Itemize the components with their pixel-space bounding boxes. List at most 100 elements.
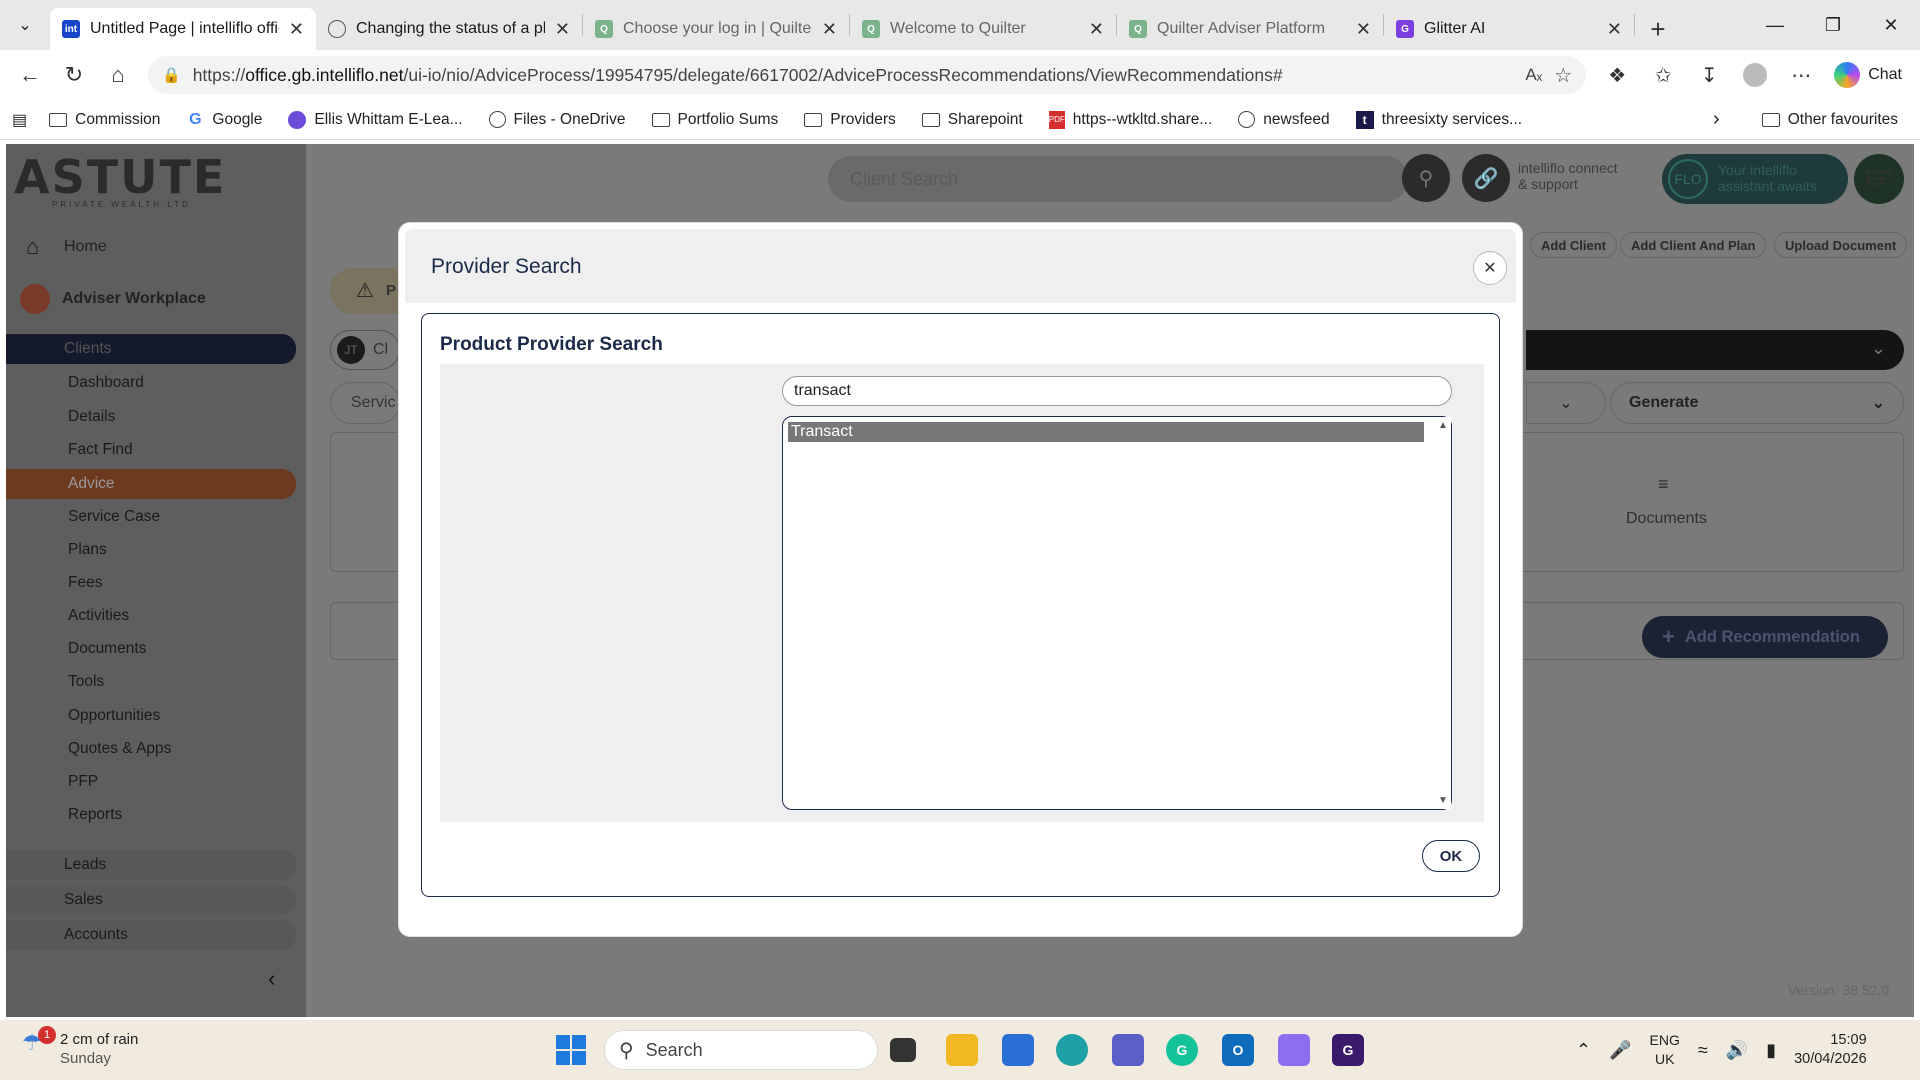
tab-actions-menu-button[interactable]: ⌄ (0, 0, 50, 50)
sidebar-item-plans[interactable]: Plans (6, 535, 296, 565)
scroll-up-arrow-icon[interactable]: ▲ (1438, 420, 1448, 431)
more-options-icon[interactable]: ⋯ (1778, 55, 1824, 95)
sidebar-item-clients[interactable]: Clients (6, 334, 296, 364)
sidebar-item-details[interactable]: Details (6, 402, 296, 432)
close-tab-icon[interactable]: ✕ (555, 19, 570, 40)
downloads-icon[interactable]: ↧ (1686, 55, 1732, 95)
browser-tab-changing-status[interactable]: Changing the status of a plan ✕ (316, 8, 582, 50)
collapse-sidebar-chevron-icon[interactable]: ‹ (268, 966, 275, 992)
secondary-dropdown[interactable]: ⌄ (1526, 382, 1606, 424)
sidebar-item-fact-find[interactable]: Fact Find (6, 435, 296, 465)
sidebar-item-documents[interactable]: Documents (6, 634, 296, 664)
sidebar-item-service-case[interactable]: Service Case (6, 502, 296, 532)
bookmark-ellis-whittam[interactable]: Ellis Whittam E-Lea... (278, 110, 472, 129)
address-bar[interactable]: 🔒 https://office.gb.intelliflo.net/ui-io… (148, 56, 1587, 94)
scroll-down-arrow-icon[interactable]: ▼ (1438, 795, 1448, 806)
bookmark-other-favourites[interactable]: Other favourites (1752, 111, 1908, 129)
wifi-icon[interactable]: ≈ (1698, 1040, 1708, 1061)
home-button[interactable]: ⌂ (96, 55, 140, 95)
sidebar-item-reports[interactable]: Reports (6, 800, 296, 830)
chevron-right-icon[interactable]: › (1713, 108, 1720, 131)
add-recommendation-button[interactable]: + Add Recommendation (1642, 616, 1888, 658)
browser-tab-quilter-login[interactable]: Q Choose your log in | Quilter ✕ (583, 8, 849, 50)
close-tab-icon[interactable]: ✕ (1356, 19, 1371, 40)
copilot-chat-button[interactable]: Chat (1824, 56, 1912, 94)
close-tab-icon[interactable]: ✕ (289, 19, 304, 40)
browser-tab-quilter-platform[interactable]: Q Quilter Adviser Platform ✕ (1117, 8, 1383, 50)
sidebar-item-tools[interactable]: Tools (6, 667, 296, 697)
client-dropdown[interactable]: ⌄ (1526, 330, 1904, 370)
add-client-button[interactable]: Add Client (1530, 232, 1617, 258)
bookmark-commission[interactable]: Commission (39, 111, 170, 129)
glitter-app-icon[interactable]: G (1332, 1034, 1364, 1066)
language-indicator[interactable]: ENG UK (1650, 1031, 1680, 1069)
reading-view-icon[interactable]: ▤ (12, 110, 27, 130)
ok-button[interactable]: OK (1422, 840, 1480, 872)
volume-icon[interactable]: 🔊 (1726, 1040, 1748, 1061)
edge-browser-icon[interactable] (1056, 1034, 1088, 1066)
microsoft-store-icon[interactable] (1002, 1034, 1034, 1066)
back-button[interactable]: ← (8, 55, 52, 95)
provider-option-transact[interactable]: Transact (788, 422, 1424, 442)
microphone-icon[interactable]: 🎤 (1609, 1040, 1631, 1061)
browser-tab-welcome-quilter[interactable]: Q Welcome to Quilter ✕ (850, 8, 1116, 50)
close-tab-icon[interactable]: ✕ (1089, 19, 1104, 40)
bookmark-wtkltd-share[interactable]: PDF https--wtkltd.share... (1039, 110, 1223, 129)
sidebar-item-sales[interactable]: Sales (6, 885, 296, 915)
bookmark-threesixty[interactable]: t threesixty services... (1346, 110, 1532, 129)
sidebar-item-leads[interactable]: Leads (6, 850, 296, 880)
start-button[interactable] (556, 1035, 586, 1065)
bookmark-google[interactable]: G Google (176, 111, 272, 129)
clock[interactable]: 15:09 30/04/2026 (1794, 1031, 1867, 1069)
intelliflo-connect-link[interactable]: intelliflo connect & support (1518, 160, 1618, 192)
minimize-window-button[interactable]: — (1746, 0, 1804, 50)
sidebar-item-home[interactable]: Home (6, 232, 296, 262)
provider-results-listbox[interactable]: Transact ▲ ▼ (782, 416, 1452, 810)
browser-tab-intelliflo[interactable]: int Untitled Page | intelliflo office ✕ (50, 8, 316, 50)
generate-dropdown[interactable]: Generate ⌄ (1610, 382, 1904, 424)
sidebar-item-activities[interactable]: Activities (6, 601, 296, 631)
task-view-icon[interactable] (890, 1038, 916, 1062)
snipping-tool-icon[interactable] (1278, 1034, 1310, 1066)
close-tab-icon[interactable]: ✕ (822, 19, 837, 40)
profile-avatar-icon[interactable] (1732, 55, 1778, 95)
extensions-icon[interactable]: ❖ (1594, 55, 1640, 95)
sidebar-item-accounts[interactable]: Accounts (6, 920, 296, 950)
sidebar-item-adviser-workplace[interactable]: Adviser Workplace (6, 284, 296, 314)
documents-tab[interactable]: Documents (1626, 510, 1707, 528)
flo-assistant-button[interactable]: FLO Your intelliflo assistant awaits (1662, 154, 1848, 204)
sidebar-item-fees[interactable]: Fees (6, 568, 296, 598)
sidebar-item-advice[interactable]: Advice (6, 469, 296, 499)
favourite-star-icon[interactable]: ☆ (1554, 63, 1572, 88)
teams-icon[interactable] (1112, 1034, 1144, 1066)
sidebar-item-quotes-apps[interactable]: Quotes & Apps (6, 734, 296, 764)
sidebar-item-dashboard[interactable]: Dashboard (6, 368, 296, 398)
service-case-select[interactable]: Servic (330, 382, 400, 424)
close-window-button[interactable]: ✕ (1862, 0, 1920, 50)
bookmark-newsfeed[interactable]: newsfeed (1228, 111, 1339, 129)
favourites-icon[interactable]: ✩ (1640, 55, 1686, 95)
sidebar-item-pfp[interactable]: PFP (6, 767, 296, 797)
upload-document-button[interactable]: Upload Document (1774, 232, 1908, 258)
grammarly-icon[interactable]: G (1166, 1034, 1198, 1066)
client-selector[interactable]: JT Cl (330, 330, 400, 370)
browser-tab-glitter-ai[interactable]: G Glitter AI ✕ (1384, 8, 1634, 50)
bookmark-providers[interactable]: Providers (794, 111, 905, 129)
close-tab-icon[interactable]: ✕ (1607, 19, 1622, 40)
bookmark-portfolio-sums[interactable]: Portfolio Sums (642, 111, 789, 129)
weather-widget[interactable]: ☂ 1 2 cm of rain Sunday (22, 1026, 138, 1068)
chevron-up-icon[interactable]: ⌃ (1576, 1040, 1591, 1061)
client-search-input[interactable]: Client Search (828, 156, 1408, 202)
bookmark-onedrive[interactable]: Files - OneDrive (479, 111, 636, 129)
user-avatar[interactable]: EP (1854, 154, 1904, 204)
new-tab-button[interactable]: + (1635, 8, 1681, 50)
restore-window-button[interactable]: ❐ (1804, 0, 1862, 50)
read-aloud-icon[interactable]: Aₓ (1525, 65, 1542, 85)
sidebar-item-opportunities[interactable]: Opportunities (6, 701, 296, 731)
link-button[interactable]: 🔗 (1462, 154, 1510, 202)
refresh-button[interactable]: ↻ (52, 55, 96, 95)
file-explorer-icon[interactable] (946, 1034, 978, 1066)
provider-search-input[interactable] (782, 376, 1452, 406)
search-button[interactable]: ⚲ (1402, 154, 1450, 202)
bookmark-sharepoint[interactable]: Sharepoint (912, 111, 1033, 129)
